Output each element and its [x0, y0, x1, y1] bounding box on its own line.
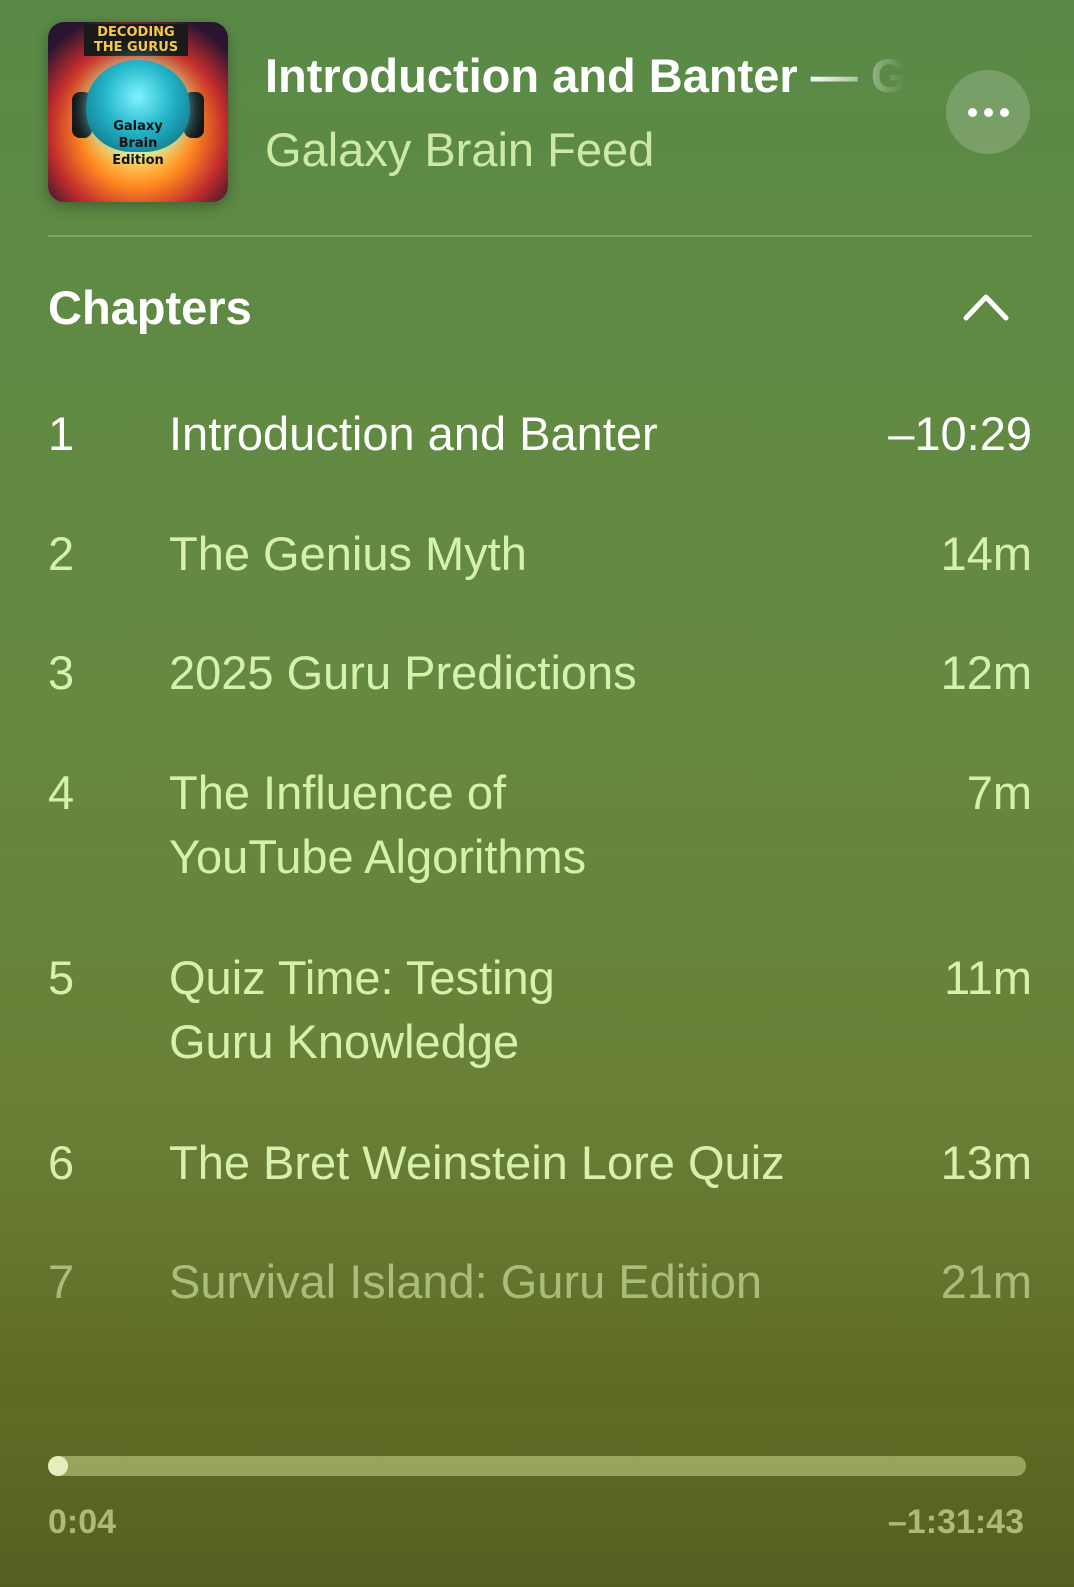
- playback-progress-fill: [48, 1456, 68, 1476]
- chapter-title: Survival Island: Guru Edition: [169, 1255, 763, 1308]
- chapter-title: 2025 Guru Predictions: [169, 646, 637, 699]
- chapter-title: Introduction and Banter: [169, 407, 658, 460]
- remaining-time: –1:31:43: [887, 1503, 1024, 1541]
- chapter-duration: 11m: [944, 951, 1032, 1004]
- chapter-title: Quiz Time: Testing Guru Knowledge: [169, 951, 555, 1068]
- chapter-number: 2: [48, 527, 75, 580]
- podcast-artwork[interactable]: DECODING THE GURUS Galaxy Brain Edition: [48, 22, 228, 202]
- chapter-number: 4: [48, 766, 75, 819]
- ellipsis-icon: [999, 107, 1009, 117]
- chapter-number: 7: [48, 1255, 75, 1308]
- playback-scrubber[interactable]: [48, 1456, 1026, 1476]
- chapter-duration: 13m: [940, 1136, 1032, 1189]
- chapter-duration: 14m: [940, 527, 1032, 580]
- chapter-duration: 21m: [940, 1255, 1032, 1308]
- artwork-subtitle: Galaxy Brain Edition: [112, 119, 164, 168]
- show-name[interactable]: Galaxy Brain Feed: [265, 122, 654, 178]
- header-divider: [48, 235, 1032, 237]
- artwork-title: DECODING THE GURUS: [84, 24, 188, 56]
- chapter-number: 1: [48, 407, 75, 460]
- chapter-title: The Influence of YouTube Algorithms: [169, 766, 587, 883]
- chevron-up-icon: [963, 294, 1009, 321]
- chapters-heading: Chapters: [48, 281, 252, 334]
- elapsed-time: 0:04: [48, 1503, 117, 1541]
- ellipsis-icon: [983, 107, 993, 117]
- chapter-title: The Genius Myth: [169, 527, 527, 580]
- chapter-title: The Bret Weinstein Lore Quiz: [169, 1136, 785, 1189]
- ellipsis-icon: [967, 107, 977, 117]
- chapter-duration: –10:29: [888, 407, 1032, 460]
- chapter-number: 5: [48, 951, 75, 1004]
- chapter-number: 3: [48, 646, 75, 699]
- chapter-duration: 12m: [940, 646, 1032, 699]
- chapter-number: 6: [48, 1136, 75, 1189]
- episode-title[interactable]: Introduction and Banter — Galaxy Brain E…: [265, 48, 905, 104]
- more-options-button[interactable]: [946, 70, 1030, 154]
- collapse-chapters-button[interactable]: [956, 282, 1016, 332]
- chapter-duration: 7m: [966, 766, 1032, 819]
